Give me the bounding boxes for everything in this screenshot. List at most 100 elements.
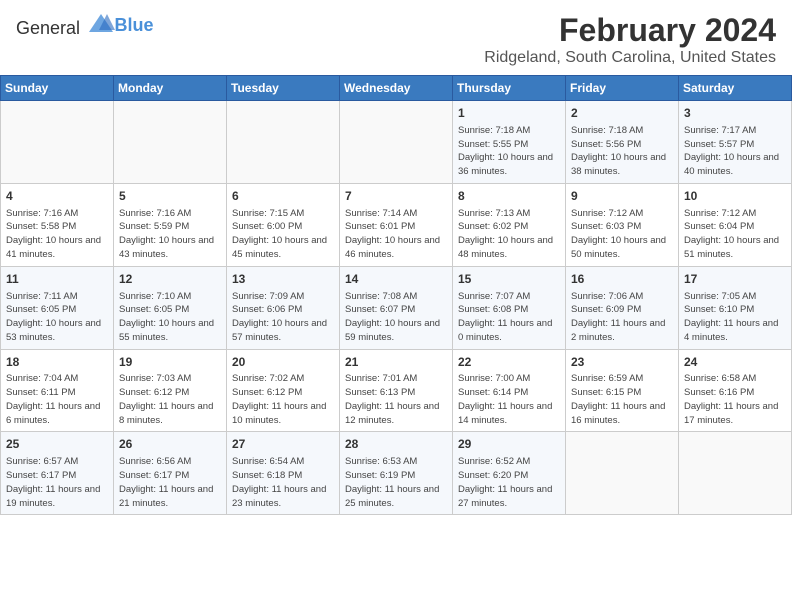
column-header-monday: Monday (114, 76, 227, 101)
calendar-cell: 22Sunrise: 7:00 AM Sunset: 6:14 PM Dayli… (453, 349, 566, 432)
calendar-cell: 26Sunrise: 6:56 AM Sunset: 6:17 PM Dayli… (114, 432, 227, 515)
day-info: Sunrise: 7:09 AM Sunset: 6:06 PM Dayligh… (232, 290, 334, 345)
day-info: Sunrise: 6:52 AM Sunset: 6:20 PM Dayligh… (458, 455, 560, 510)
day-number: 22 (458, 354, 560, 371)
calendar-cell: 16 Sunrise: 7:06 AM Sunset: 6:09 PM Dayli… (566, 266, 679, 349)
column-header-saturday: Saturday (679, 76, 792, 101)
logo-text-general: General (16, 18, 80, 38)
day-number: 3 (684, 105, 786, 122)
calendar-cell: 8Sunrise: 7:13 AM Sunset: 6:02 PM Daylig… (453, 183, 566, 266)
day-info: Sunrise: 7:10 AM Sunset: 6:05 PM Dayligh… (119, 290, 221, 345)
day-info: Sunrise: 7:16 AM Sunset: 5:58 PM Dayligh… (6, 207, 108, 262)
day-info: Sunrise: 6:59 AM Sunset: 6:15 PM Dayligh… (571, 372, 673, 427)
calendar-cell (679, 432, 792, 515)
day-number: 17 (684, 271, 786, 288)
calendar-cell: 7Sunrise: 7:14 AM Sunset: 6:01 PM Daylig… (340, 183, 453, 266)
subtitle: Ridgeland, South Carolina, United States (484, 49, 776, 67)
logo-text-blue: Blue (115, 15, 154, 35)
day-info: Sunrise: 7:11 AM Sunset: 6:05 PM Dayligh… (6, 290, 108, 345)
calendar-cell: 1 Sunrise: 7:18 AM Sunset: 5:55 PM Daylig… (453, 101, 566, 184)
main-title: February 2024 (484, 12, 776, 49)
calendar-cell: 17 Sunrise: 7:05 AM Sunset: 6:10 PM Dayli… (679, 266, 792, 349)
day-info: Sunrise: 7:13 AM Sunset: 6:02 PM Dayligh… (458, 207, 560, 262)
calendar-cell: 13 Sunrise: 7:09 AM Sunset: 6:06 PM Dayli… (227, 266, 340, 349)
day-number: 29 (458, 436, 560, 453)
calendar-cell: 27 Sunrise: 6:54 AM Sunset: 6:18 PM Dayli… (227, 432, 340, 515)
day-info: Sunrise: 7:17 AM Sunset: 5:57 PM Dayligh… (684, 124, 786, 179)
day-number: 14 (345, 271, 447, 288)
day-number: 5 (119, 188, 221, 205)
column-header-friday: Friday (566, 76, 679, 101)
day-info: Sunrise: 6:56 AM Sunset: 6:17 PM Dayligh… (119, 455, 221, 510)
logo-icon (87, 12, 115, 34)
calendar-cell: 25 Sunrise: 6:57 AM Sunset: 6:17 PM Dayli… (1, 432, 114, 515)
day-info: Sunrise: 7:07 AM Sunset: 6:08 PM Dayligh… (458, 290, 560, 345)
column-header-sunday: Sunday (1, 76, 114, 101)
day-info: Sunrise: 6:54 AM Sunset: 6:18 PM Dayligh… (232, 455, 334, 510)
column-header-thursday: Thursday (453, 76, 566, 101)
calendar-cell: 2 Sunrise: 7:18 AM Sunset: 5:56 PM Daylig… (566, 101, 679, 184)
day-number: 13 (232, 271, 334, 288)
calendar-cell: 23Sunrise: 6:59 AM Sunset: 6:15 PM Dayli… (566, 349, 679, 432)
day-info: Sunrise: 7:03 AM Sunset: 6:12 PM Dayligh… (119, 372, 221, 427)
page-header: General Blue February 2024 Ridgeland, So… (0, 0, 792, 75)
title-block: February 2024 Ridgeland, South Carolina,… (484, 12, 776, 67)
calendar-cell: 6Sunrise: 7:15 AM Sunset: 6:00 PM Daylig… (227, 183, 340, 266)
day-info: Sunrise: 6:57 AM Sunset: 6:17 PM Dayligh… (6, 455, 108, 510)
column-header-wednesday: Wednesday (340, 76, 453, 101)
day-info: Sunrise: 7:06 AM Sunset: 6:09 PM Dayligh… (571, 290, 673, 345)
day-info: Sunrise: 7:16 AM Sunset: 5:59 PM Dayligh… (119, 207, 221, 262)
day-number: 25 (6, 436, 108, 453)
day-number: 6 (232, 188, 334, 205)
day-number: 16 (571, 271, 673, 288)
calendar-week-5: 25 Sunrise: 6:57 AM Sunset: 6:17 PM Dayli… (1, 432, 792, 515)
calendar-cell: 5 Sunrise: 7:16 AM Sunset: 5:59 PM Daylig… (114, 183, 227, 266)
calendar-cell: 29 Sunrise: 6:52 AM Sunset: 6:20 PM Dayli… (453, 432, 566, 515)
calendar-cell: 19Sunrise: 7:03 AM Sunset: 6:12 PM Dayli… (114, 349, 227, 432)
calendar-cell: 3 Sunrise: 7:17 AM Sunset: 5:57 PM Daylig… (679, 101, 792, 184)
column-header-tuesday: Tuesday (227, 76, 340, 101)
calendar-cell: 9Sunrise: 7:12 AM Sunset: 6:03 PM Daylig… (566, 183, 679, 266)
calendar-cell (566, 432, 679, 515)
logo: General Blue (16, 12, 154, 39)
day-info: Sunrise: 7:08 AM Sunset: 6:07 PM Dayligh… (345, 290, 447, 345)
calendar-week-2: 4 Sunrise: 7:16 AM Sunset: 5:58 PM Daylig… (1, 183, 792, 266)
calendar-cell: 20Sunrise: 7:02 AM Sunset: 6:12 PM Dayli… (227, 349, 340, 432)
day-info: Sunrise: 7:18 AM Sunset: 5:56 PM Dayligh… (571, 124, 673, 179)
calendar-cell: 15Sunrise: 7:07 AM Sunset: 6:08 PM Dayli… (453, 266, 566, 349)
calendar-week-3: 11 Sunrise: 7:11 AM Sunset: 6:05 PM Dayli… (1, 266, 792, 349)
day-info: Sunrise: 7:02 AM Sunset: 6:12 PM Dayligh… (232, 372, 334, 427)
calendar-cell (114, 101, 227, 184)
calendar-cell: 11 Sunrise: 7:11 AM Sunset: 6:05 PM Dayli… (1, 266, 114, 349)
day-info: Sunrise: 7:05 AM Sunset: 6:10 PM Dayligh… (684, 290, 786, 345)
day-info: Sunrise: 7:01 AM Sunset: 6:13 PM Dayligh… (345, 372, 447, 427)
day-number: 28 (345, 436, 447, 453)
day-number: 20 (232, 354, 334, 371)
day-info: Sunrise: 7:00 AM Sunset: 6:14 PM Dayligh… (458, 372, 560, 427)
day-number: 23 (571, 354, 673, 371)
day-info: Sunrise: 7:14 AM Sunset: 6:01 PM Dayligh… (345, 207, 447, 262)
day-number: 11 (6, 271, 108, 288)
day-number: 10 (684, 188, 786, 205)
day-number: 1 (458, 105, 560, 122)
day-number: 12 (119, 271, 221, 288)
day-info: Sunrise: 6:53 AM Sunset: 6:19 PM Dayligh… (345, 455, 447, 510)
day-info: Sunrise: 7:18 AM Sunset: 5:55 PM Dayligh… (458, 124, 560, 179)
calendar-cell: 18Sunrise: 7:04 AM Sunset: 6:11 PM Dayli… (1, 349, 114, 432)
calendar-cell (340, 101, 453, 184)
day-number: 21 (345, 354, 447, 371)
day-info: Sunrise: 7:12 AM Sunset: 6:03 PM Dayligh… (571, 207, 673, 262)
calendar-cell: 4 Sunrise: 7:16 AM Sunset: 5:58 PM Daylig… (1, 183, 114, 266)
calendar-cell: 10Sunrise: 7:12 AM Sunset: 6:04 PM Dayli… (679, 183, 792, 266)
calendar-cell: 12 Sunrise: 7:10 AM Sunset: 6:05 PM Dayli… (114, 266, 227, 349)
calendar-week-4: 18Sunrise: 7:04 AM Sunset: 6:11 PM Dayli… (1, 349, 792, 432)
calendar-header-row: SundayMondayTuesdayWednesdayThursdayFrid… (1, 76, 792, 101)
day-number: 4 (6, 188, 108, 205)
day-info: Sunrise: 6:58 AM Sunset: 6:16 PM Dayligh… (684, 372, 786, 427)
day-number: 27 (232, 436, 334, 453)
day-number: 18 (6, 354, 108, 371)
calendar-week-1: 1 Sunrise: 7:18 AM Sunset: 5:55 PM Daylig… (1, 101, 792, 184)
day-number: 2 (571, 105, 673, 122)
calendar-cell: 28 Sunrise: 6:53 AM Sunset: 6:19 PM Dayli… (340, 432, 453, 515)
calendar-cell: 14 Sunrise: 7:08 AM Sunset: 6:07 PM Dayli… (340, 266, 453, 349)
